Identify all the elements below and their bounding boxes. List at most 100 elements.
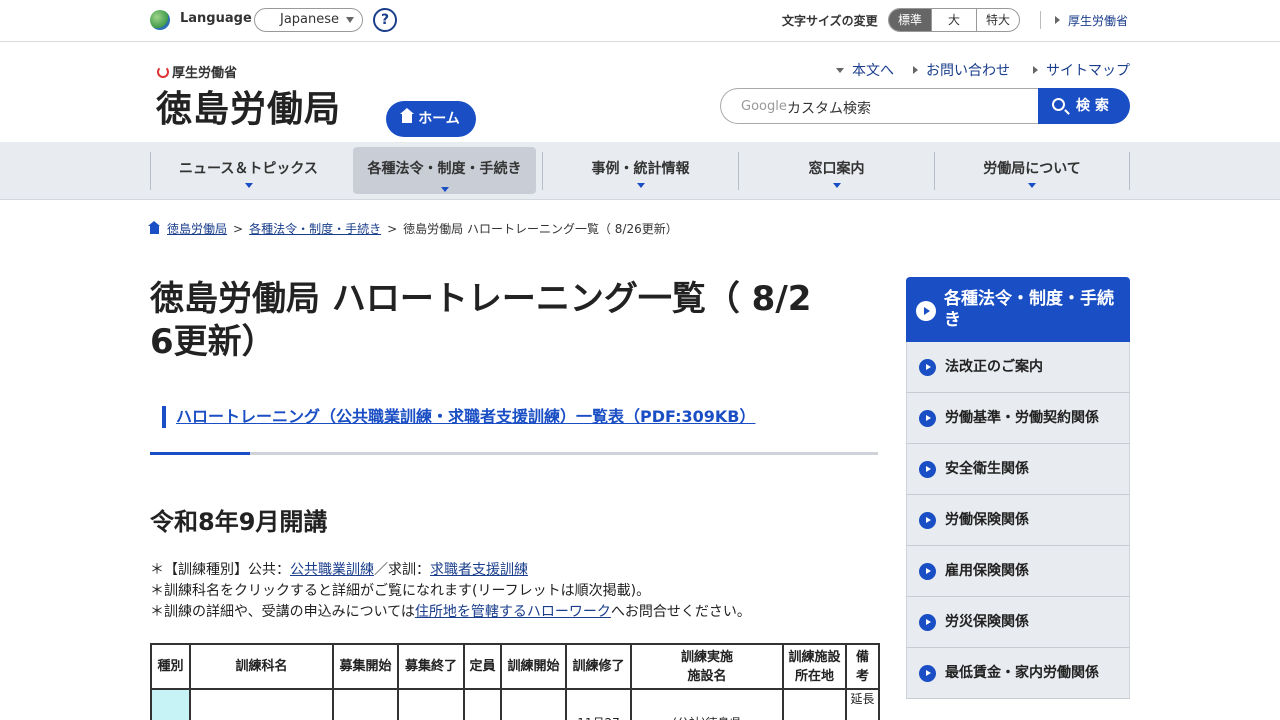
- table-header-row: 種別 訓練科名 募集開始 募集終了 定員 訓練開始 訓練修了 訓練実施 施設名 訓…: [150, 643, 880, 690]
- training-table: 種別 訓練科名 募集開始 募集終了 定員 訓練開始 訓練修了 訓練実施 施設名 訓…: [150, 643, 880, 720]
- col-header-recruit-start: 募集開始: [332, 643, 399, 690]
- table-cell-type: [150, 688, 191, 720]
- section-heading: 令和8年9月開講: [150, 508, 328, 536]
- col-header-train-start: 訓練開始: [500, 643, 567, 690]
- table-cell-location: [782, 688, 847, 720]
- section-divider: [150, 452, 878, 455]
- table-cell-recruit-end: [397, 688, 465, 720]
- sidebar-item-minimum-wage[interactable]: 最低賃金・家内労働関係: [906, 648, 1130, 699]
- ministry-link[interactable]: 厚生労働省: [1055, 12, 1128, 29]
- gnav-item-label: 窓口案内: [808, 161, 865, 177]
- page-title: 徳島労働局 ハロートレーニング一覧（ 8/2 6更新）: [150, 278, 870, 364]
- search-button[interactable]: 検 索: [1038, 88, 1130, 124]
- sidebar-item-safety-health[interactable]: 安全衛生関係: [906, 444, 1130, 495]
- notes: ＊【訓練種別】公共：公共職業訓練／求訓：求職者支援訓練 ＊訓練科名をクリックする…: [150, 560, 751, 623]
- gnav-item-about[interactable]: 労働局について: [934, 152, 1129, 190]
- sidebar-heading-link[interactable]: 各種法令・制度・手続き: [906, 277, 1130, 342]
- hello-work-link[interactable]: 住所地を管轄するハローワーク: [415, 604, 611, 620]
- circle-arrow-icon: [919, 665, 936, 682]
- page-title-line1: 徳島労働局 ハロートレーニング一覧（ 8/2: [150, 279, 812, 319]
- sidebar-item-law-revisions[interactable]: 法改正のご案内: [906, 342, 1130, 393]
- header-text: 所在地: [794, 668, 834, 684]
- header-text: 施設名: [687, 668, 727, 684]
- site-logo[interactable]: 徳島労働局: [156, 80, 341, 132]
- sidebar-item-label: 雇用保険関係: [945, 563, 1029, 579]
- sidebar-item-label: 最低賃金・家内労働関係: [945, 665, 1099, 681]
- table-cell-recruit-start: [332, 688, 399, 720]
- font-size-label: 文字サイズの変更: [782, 14, 878, 28]
- font-size-xlarge-button[interactable]: 特大: [976, 9, 1019, 31]
- sidebar-item-labor-standards[interactable]: 労働基準・労働契約関係: [906, 393, 1130, 444]
- breadcrumb-home-link[interactable]: 徳島労働局: [167, 222, 227, 236]
- home-icon: [148, 221, 160, 234]
- col-header-remarks: 備考: [845, 643, 880, 690]
- table-cell-course: [189, 688, 334, 720]
- triangle-right-icon: [913, 66, 918, 74]
- contact-link[interactable]: お問い合わせ: [913, 60, 1010, 80]
- divider-accent: [150, 452, 250, 455]
- header-text: 訓練施設: [788, 649, 841, 665]
- circle-arrow-icon: [919, 461, 936, 478]
- sidebar-item-employment-insurance[interactable]: 雇用保険関係: [906, 546, 1130, 597]
- chevron-down-icon: [1028, 183, 1036, 188]
- language-label: Language: [180, 11, 252, 26]
- google-watermark: Google: [741, 99, 787, 114]
- font-size-large-button[interactable]: 大: [931, 9, 976, 31]
- divider: [1129, 152, 1130, 190]
- contact-label: お問い合わせ: [926, 63, 1010, 79]
- note-course-detail: ＊訓練科名をクリックすると詳細がご覧になれます(リーフレットは順次掲載)。: [150, 583, 651, 599]
- pdf-download-link[interactable]: ハロートレーニング（公共職業訓練・求職者支援訓練）一覧表（PDF:309KB）: [162, 406, 755, 428]
- search-input[interactable]: Google カスタム検索: [720, 88, 1040, 124]
- sidebar-item-workers-comp[interactable]: 労災保険関係: [906, 597, 1130, 648]
- global-nav: ニュース＆トピックス 各種法令・制度・手続き 事例・統計情報 窓口案内 労働局に…: [0, 142, 1280, 200]
- globe-icon: [150, 10, 170, 30]
- sidebar: 各種法令・制度・手続き 法改正のご案内 労働基準・労働契約関係 安全衛生関係 労…: [906, 277, 1130, 699]
- table-cell-capacity: [463, 688, 502, 720]
- note-text: ＊【訓練種別】公共：: [150, 562, 290, 578]
- gnav-item-statistics[interactable]: 事例・統計情報: [542, 152, 738, 190]
- skip-to-content-link[interactable]: 本文へ: [836, 60, 894, 80]
- col-header-train-end: 訓練修了: [565, 643, 632, 690]
- ministry-logo-text: 厚生労働省: [172, 66, 238, 81]
- language-select-value: Japanese: [280, 12, 340, 27]
- font-size-switcher: 標準 大 特大: [888, 8, 1020, 32]
- gnav-item-laws[interactable]: 各種法令・制度・手続き: [353, 147, 536, 194]
- gnav-item-news[interactable]: ニュース＆トピックス: [150, 152, 346, 190]
- circle-arrow-icon: [919, 512, 936, 529]
- gnav-item-windows[interactable]: 窓口案内: [738, 152, 934, 190]
- sidebar-item-label: 労働保険関係: [945, 512, 1029, 528]
- col-header-capacity: 定員: [463, 643, 502, 690]
- skip-to-content-label: 本文へ: [852, 63, 894, 79]
- circle-arrow-icon: [916, 301, 936, 321]
- help-button[interactable]: ?: [373, 8, 397, 32]
- sidebar-item-label: 労災保険関係: [945, 614, 1029, 630]
- home-button[interactable]: ホーム: [386, 101, 476, 137]
- search-icon: [1052, 98, 1065, 111]
- public-training-link[interactable]: 公共職業訓練: [290, 562, 374, 578]
- sidebar-item-labor-insurance[interactable]: 労働保険関係: [906, 495, 1130, 546]
- circle-arrow-icon: [919, 614, 936, 631]
- note-text: へお問合せください。: [610, 604, 751, 620]
- sidebar-item-label: 労働基準・労働契約関係: [945, 410, 1099, 426]
- chevron-down-icon: [346, 17, 354, 23]
- sidebar-heading-label: 各種法令・制度・手続き: [944, 289, 1114, 330]
- chevron-down-icon: [244, 183, 253, 188]
- circle-arrow-icon: [919, 359, 936, 376]
- breadcrumb-laws-link[interactable]: 各種法令・制度・手続き: [249, 222, 381, 236]
- jobseeker-training-link[interactable]: 求職者支援訓練: [430, 562, 528, 578]
- circle-arrow-icon: [919, 563, 936, 580]
- utility-bar: Language Japanese ? 文字サイズの変更 標準 大 特大 厚生労…: [0, 0, 1280, 42]
- font-size-standard-button[interactable]: 標準: [889, 9, 931, 31]
- col-header-facility: 訓練実施 施設名: [630, 643, 784, 690]
- chevron-down-icon: [440, 187, 449, 192]
- search-placeholder: カスタム検索: [787, 101, 871, 117]
- ministry-link-label: 厚生労働省: [1068, 14, 1129, 28]
- language-select[interactable]: Japanese: [254, 8, 363, 32]
- sitemap-link[interactable]: サイトマップ: [1033, 60, 1130, 80]
- home-button-label: ホーム: [418, 111, 460, 127]
- ministry-logo[interactable]: 厚生労働省: [157, 62, 237, 81]
- gnav-item-label: 事例・統計情報: [591, 161, 690, 177]
- header-text: 備: [855, 649, 869, 665]
- chevron-down-icon: [832, 183, 841, 188]
- gnav-item-label: 労働局について: [983, 161, 1081, 177]
